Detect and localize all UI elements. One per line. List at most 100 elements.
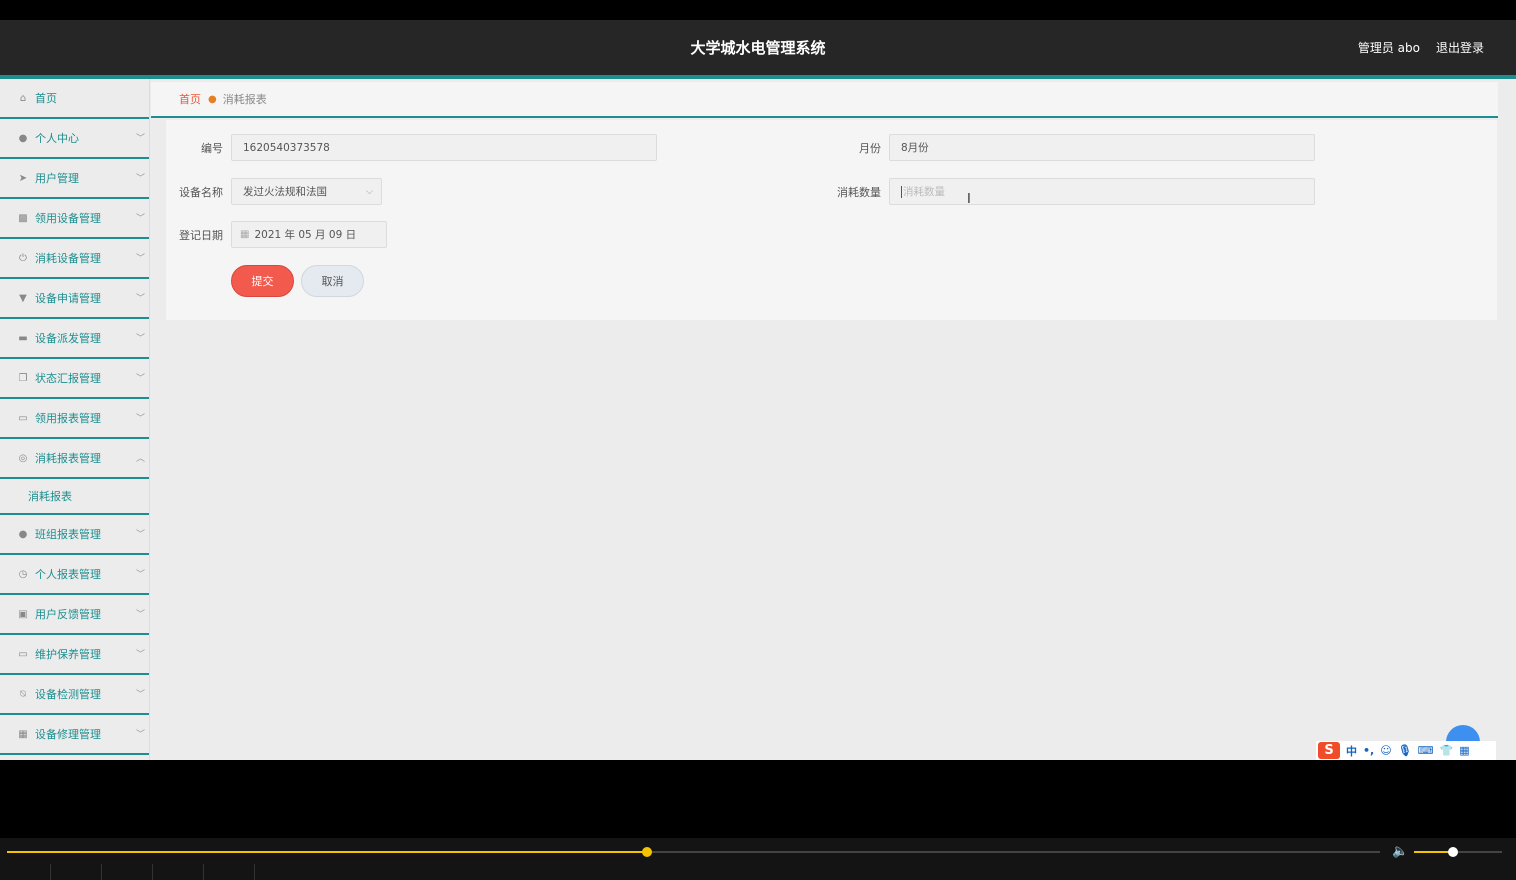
quantity-placeholder: 消耗数量 [903,186,945,198]
breadcrumb-separator-icon: ● [208,93,217,105]
month-field[interactable]: 8月份 [889,134,1315,161]
sidebar-item[interactable]: ◎ 消耗报表管理 ︿ [0,439,149,479]
volume-fill [1414,851,1453,853]
quantity-input[interactable]: 消耗数量 [889,178,1315,205]
stamp-icon: ▼ [19,292,27,304]
sidebar-item[interactable]: ▦ 设备修理管理 ﹀ [0,715,149,755]
chevron-down-icon: ﹀ [135,254,145,264]
sidebar-item-label: 设备检测管理 [35,688,101,701]
player-tab[interactable] [204,864,255,880]
chevron-down-icon: ﹀ [135,374,145,384]
grid-icon: ▦ [18,728,28,740]
clipboard-icon: ▣ [18,608,28,620]
sidebar-item[interactable]: ➤ 用户管理 ﹀ [0,159,149,199]
logout-link[interactable]: 退出登录 [1436,39,1484,56]
form-panel: 编号 1620540373578 月份 8月份 设备名称 发过火法规和法国 ⌵ … [166,120,1497,320]
sidebar-item[interactable]: ▭ 领用报表管理 ﹀ [0,399,149,439]
sidebar-item[interactable]: ◷ 个人报表管理 ﹀ [0,555,149,595]
number-field[interactable]: 1620540373578 [231,134,657,161]
volume-track[interactable] [1414,847,1502,857]
chevron-down-icon: ﹀ [135,650,145,660]
current-user: 管理员 abo [1357,41,1420,55]
progress-knob[interactable] [641,847,652,857]
chevron-down-icon: ﹀ [135,334,145,344]
keyboard-icon[interactable]: ⌨ [1418,744,1434,757]
text-cursor-icon: I [967,192,971,207]
chevron-down-icon: ﹀ [135,174,145,184]
date-row: 登记日期 ▦ 2021 年 05 月 09 日 [166,221,387,248]
sidebar-item[interactable]: ▭ 维护保养管理 ﹀ [0,635,149,675]
player-tab[interactable] [153,864,204,880]
sidebar: ⌂ 首页 ● 个人中心 ﹀ ➤ 用户管理 ﹀ ▩ 领用设备管理 ﹀ ⏻ 消耗设备管理 ﹀ ▼ 设备申请管理 ﹀ ▬… [0,79,150,760]
sidebar-item[interactable]: ● 班组报表管理 ﹀ [0,515,149,555]
sidebar-item-label: 维护保养管理 [35,648,101,661]
user-icon: ● [18,132,28,144]
chevron-down-icon: ﹀ [135,730,145,740]
player-tab[interactable] [102,864,153,880]
sidebar-item-label: 班组报表管理 [35,528,101,541]
sidebar-item-label: 用户管理 [35,172,79,185]
message-icon: ▭ [18,648,28,660]
sidebar-item[interactable]: ▬ 设备派发管理 ﹀ [0,319,149,359]
sidebar-item-label: 领用设备管理 [35,212,101,225]
microphone-icon[interactable]: 🎙 [1398,744,1412,757]
send-icon: ➤ [18,172,28,184]
submit-button[interactable]: 提交 [231,265,294,297]
skin-icon[interactable]: 👕 [1440,744,1454,757]
number-row: 编号 1620540373578 [166,134,657,161]
sidebar-item-label: 个人报表管理 [35,568,101,581]
sidebar-item[interactable]: ❐ 状态汇报管理 ﹀ [0,359,149,399]
power-icon: ⏻ [19,252,27,264]
app-window: 大学城水电管理系统 管理员 abo 退出登录 ⌂ 首页 ● 个人中心 ﹀ ➤ 用户管理 ﹀ ▩ 领… [0,20,1516,760]
chevron-down-icon: ﹀ [135,570,145,580]
volume-knob[interactable] [1447,847,1458,857]
date-value: 2021 年 05 月 09 日 [254,229,357,241]
chevron-up-icon: ︿ [135,454,145,464]
sidebar-item[interactable]: ▣ 用户反馈管理 ﹀ [0,595,149,635]
ime-language-toggle[interactable]: 中 [1346,743,1357,759]
progress-track[interactable] [7,847,1380,857]
date-picker[interactable]: ▦ 2021 年 05 月 09 日 [231,221,387,248]
sidebar-item-label: 设备修理管理 [35,728,101,741]
chevron-down-icon: ﹀ [135,294,145,304]
chevron-down-icon: ﹀ [135,690,145,700]
globe-icon: ◎ [18,452,28,464]
quantity-label: 消耗数量 [837,185,881,199]
text-caret [901,185,902,198]
sidebar-item[interactable]: ● 个人中心 ﹀ [0,119,149,159]
sidebar-item[interactable]: ⍉ 设备检测管理 ﹀ [0,675,149,715]
month-row: 月份 8月份 [824,134,1315,161]
player-tab[interactable] [51,864,102,880]
sogou-logo-icon[interactable]: S [1318,742,1340,759]
bell-off-icon: ⍉ [20,688,26,700]
emoji-icon[interactable]: ☺ [1380,744,1391,757]
player-tab[interactable] [0,864,51,880]
compass-icon: ◷ [18,568,28,580]
breadcrumb: 首页 ● 消耗报表 [151,82,1498,118]
sidebar-item[interactable]: ▼ 设备申请管理 ﹀ [0,279,149,319]
month-label: 月份 [859,141,881,155]
top-header: 大学城水电管理系统 管理员 abo 退出登录 [0,20,1516,79]
date-label: 登记日期 [179,228,223,242]
sidebar-subitem-consumption-report[interactable]: 消耗报表 [0,479,149,515]
device-name-row: 设备名称 发过火法规和法国 ⌵ [166,178,382,205]
sidebar-item[interactable]: ⌂ 首页 [0,79,149,119]
volume-icon[interactable]: 🔈 [1392,844,1408,859]
punctuation-icon[interactable]: •, [1363,744,1374,757]
chevron-down-icon: ⌵ [366,186,373,197]
app-title: 大学城水电管理系统 [690,39,826,57]
video-player-bar: 🔈 [0,838,1516,880]
chevron-down-icon: ﹀ [135,214,145,224]
breadcrumb-home[interactable]: 首页 [179,91,201,107]
sidebar-item-label: 设备派发管理 [35,332,101,345]
chevron-down-icon: ﹀ [135,414,145,424]
sidebar-item-label: 消耗设备管理 [35,252,101,265]
cancel-button[interactable]: 取消 [301,265,364,297]
copy-icon: ❐ [18,372,28,384]
device-name-select[interactable]: 发过火法规和法国 ⌵ [231,178,382,205]
toolbox-icon[interactable]: ▦ [1459,744,1469,757]
calendar-icon: ▦ [240,229,250,240]
sidebar-item[interactable]: ⏻ 消耗设备管理 ﹀ [0,239,149,279]
sidebar-item[interactable]: ▩ 领用设备管理 ﹀ [0,199,149,239]
card-icon: ▭ [18,412,28,424]
